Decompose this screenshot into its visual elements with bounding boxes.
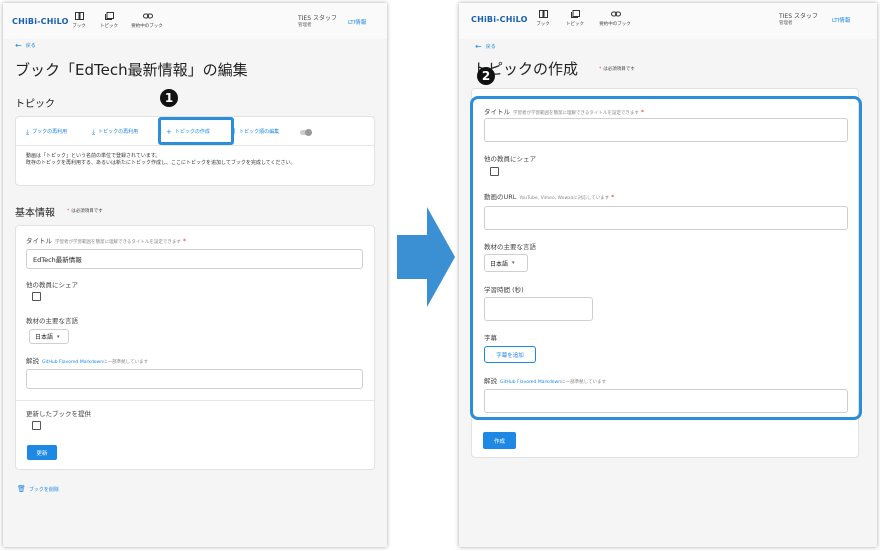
user-role: 管理者 bbox=[298, 23, 312, 28]
language-label: 教材の主要な言語 bbox=[26, 317, 78, 325]
create-button[interactable]: 作成 bbox=[483, 432, 516, 449]
description-hint: に一部準拠しています bbox=[103, 360, 148, 365]
card-divider bbox=[16, 145, 374, 146]
top-nav: CHiBi-CHiLO ブック トピック 要約中のブック TIES スタッフ 管… bbox=[3, 3, 387, 39]
topic-icon bbox=[570, 10, 580, 18]
reuse-book-button[interactable]: ⤓ ブックの再利用 bbox=[26, 128, 67, 137]
update-button[interactable]: 更新 bbox=[27, 445, 57, 460]
share-checkbox[interactable] bbox=[32, 292, 41, 301]
nav-linked-books-label: 要約中のブック bbox=[599, 22, 631, 27]
create-topic-highlight bbox=[158, 117, 234, 145]
nav-topics[interactable]: トピック bbox=[555, 10, 595, 27]
download-icon: ⤓ bbox=[26, 128, 30, 136]
caret-down-icon: ▾ bbox=[57, 333, 60, 340]
user-name: TIES スタッフ bbox=[298, 15, 337, 22]
nav-topics-label: トピック bbox=[100, 24, 118, 29]
arrow-left-icon: ← bbox=[15, 41, 22, 50]
page-title: ブック「EdTech最新情報」の編集 bbox=[15, 61, 248, 79]
back-label: 戻る bbox=[25, 43, 36, 49]
link-icon bbox=[610, 10, 621, 18]
link-icon bbox=[142, 12, 153, 20]
title-hint: 学習者が学習範囲を簡潔に理解できるタイトルを設定できます bbox=[55, 240, 181, 245]
arrow-right-icon bbox=[397, 207, 455, 307]
form-divider bbox=[16, 400, 374, 401]
user-role: 管理者 bbox=[779, 21, 793, 26]
language-value: 日本語 bbox=[35, 334, 54, 341]
user-menu[interactable]: TIES スタッフ 管理者 bbox=[298, 15, 337, 29]
description-label-text: 解説 bbox=[26, 357, 39, 365]
topic-icon bbox=[104, 12, 114, 20]
nav-topics[interactable]: トピック bbox=[89, 12, 129, 29]
nav-linked-books[interactable]: 要約中のブック bbox=[127, 12, 167, 29]
description-input[interactable] bbox=[26, 369, 363, 389]
create-topic-form-highlight bbox=[470, 96, 862, 420]
title-label-text: タイトル bbox=[26, 237, 52, 245]
topic-heading: トピック bbox=[15, 99, 55, 110]
basic-info-card: タイトル 学習者が学習範囲を簡潔に理解できるタイトルを設定できます * EdTech… bbox=[15, 225, 375, 470]
lti-info-link[interactable]: LTI情報 bbox=[832, 16, 850, 24]
required-note-text: は必須項目です bbox=[71, 209, 103, 214]
arrow-left-icon: ← bbox=[475, 42, 482, 51]
required-note: * は必須項目です bbox=[67, 208, 103, 214]
step-1-badge: 1 bbox=[160, 89, 178, 107]
description-label: 解説 GitHub Flavored Markdownに一部準拠しています bbox=[26, 355, 148, 365]
edit-topic-order-label: トピック順の編集 bbox=[239, 129, 280, 135]
top-nav: CHiBi-CHiLO ブック トピック 要約中のブック TIES スタッフ 管… bbox=[459, 3, 877, 39]
required-note: * は必須項目です bbox=[599, 66, 635, 72]
basic-info-heading: 基本情報 bbox=[15, 208, 55, 219]
nav-topics-label: トピック bbox=[566, 22, 584, 27]
back-link[interactable]: ← 戻る bbox=[15, 41, 36, 50]
nav-linked-books-label: 要約中のブック bbox=[131, 24, 163, 29]
required-star: * bbox=[182, 237, 187, 245]
required-star: * bbox=[599, 67, 602, 72]
reuse-topic-button[interactable]: ⤓ トピックの再利用 bbox=[92, 128, 138, 137]
required-star: * bbox=[67, 209, 70, 214]
download-icon: ⤓ bbox=[92, 128, 96, 136]
title-input[interactable]: EdTech最新情報 bbox=[26, 249, 363, 269]
provide-checkbox[interactable] bbox=[32, 421, 41, 430]
topic-description: 動画は「トピック」という名前の単位で登録されています。 既存のトピックを再利用す… bbox=[26, 153, 371, 167]
share-label: 他の教員にシェア bbox=[26, 281, 78, 289]
user-menu[interactable]: TIES スタッフ 管理者 bbox=[779, 13, 818, 27]
reuse-book-label: ブックの再利用 bbox=[32, 129, 68, 135]
provide-label: 更新したブックを提供 bbox=[26, 410, 91, 418]
nav-books-label: ブック bbox=[72, 24, 86, 29]
user-name: TIES スタッフ bbox=[779, 13, 818, 20]
edit-book-screenshot: CHiBi-CHiLO ブック トピック 要約中のブック TIES スタッフ 管… bbox=[3, 3, 387, 547]
title-label: タイトル 学習者が学習範囲を簡潔に理解できるタイトルを設定できます * bbox=[26, 235, 186, 245]
edit-topic-order-button[interactable]: ⠿ トピック順の編集 bbox=[231, 128, 279, 136]
markdown-link[interactable]: GitHub Flavored Markdown bbox=[42, 360, 103, 365]
trash-icon: 🗑 bbox=[17, 485, 26, 493]
nav-linked-books[interactable]: 要約中のブック bbox=[595, 10, 635, 27]
topic-description-line-1: 動画は「トピック」という名前の単位で登録されています。 bbox=[26, 153, 161, 159]
delete-book-label: ブックを削除 bbox=[28, 487, 59, 493]
required-note-text: は必須項目です bbox=[603, 67, 635, 72]
nav-books-label: ブック bbox=[536, 22, 550, 27]
back-label: 戻る bbox=[485, 44, 496, 50]
book-icon bbox=[538, 10, 548, 18]
lti-info-link[interactable]: LTI情報 bbox=[348, 18, 366, 26]
back-link[interactable]: ← 戻る bbox=[475, 42, 496, 51]
delete-book-link[interactable]: 🗑 ブックを削除 bbox=[17, 485, 59, 493]
book-icon bbox=[74, 12, 84, 20]
reuse-topic-label: トピックの再利用 bbox=[98, 129, 139, 135]
topic-order-toggle[interactable] bbox=[300, 129, 312, 136]
topic-description-line-2: 既存のトピックを再利用する、あるいは新たにトピック作成し、ここにトピックを追加し… bbox=[26, 160, 296, 166]
step-2-badge: 2 bbox=[477, 67, 495, 85]
app-logo: CHiBi-CHiLO bbox=[471, 15, 528, 24]
language-select[interactable]: 日本語 ▾ bbox=[29, 329, 69, 344]
